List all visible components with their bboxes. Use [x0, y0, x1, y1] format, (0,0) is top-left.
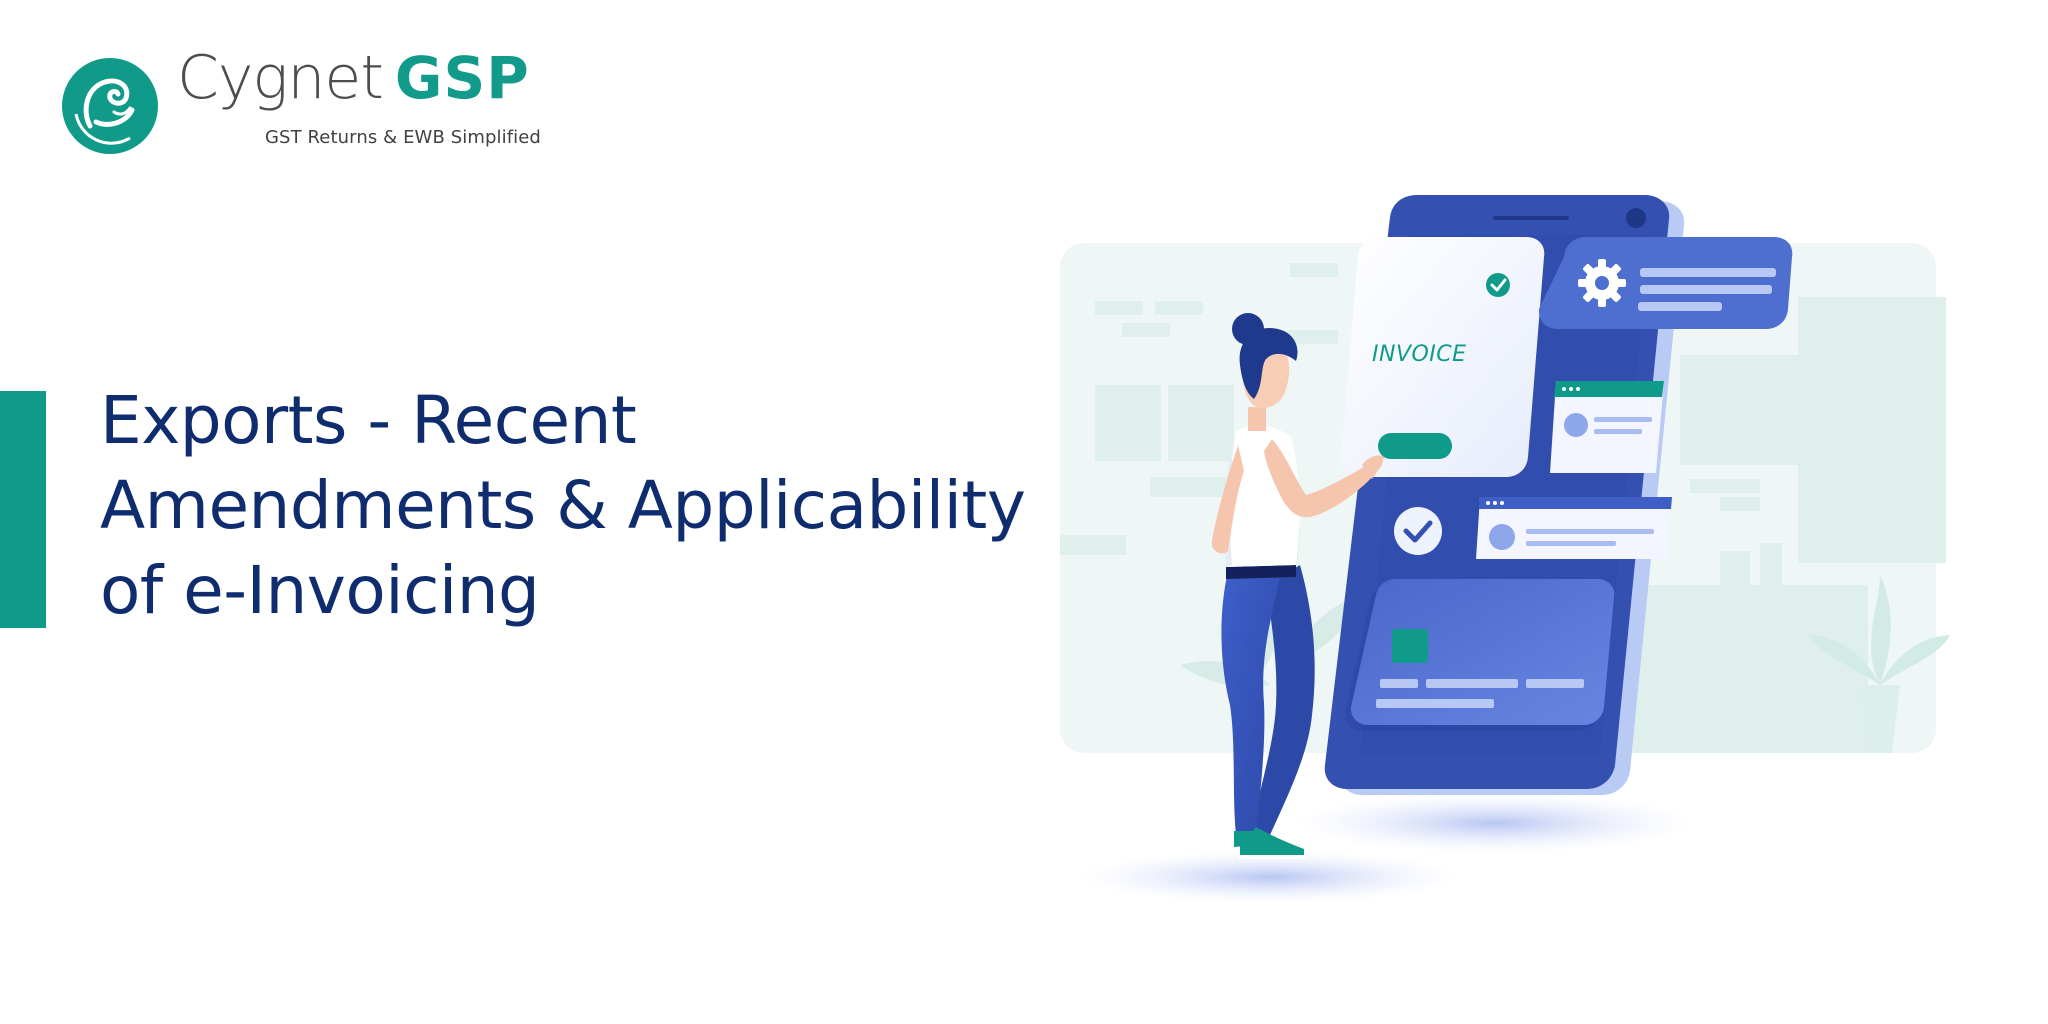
brand-name-bold: GSP — [394, 44, 530, 112]
credit-card — [1344, 579, 1615, 731]
invoice-label: INVOICE — [1372, 342, 1467, 367]
phone-shadow — [1295, 793, 1695, 853]
check-icon — [1486, 273, 1510, 297]
settings-card — [1538, 237, 1793, 329]
title-line-3: of e-Invoicing — [100, 552, 540, 629]
swan-circle-logo-icon — [62, 58, 158, 154]
profile-card-1 — [1550, 381, 1664, 473]
avatar — [1489, 524, 1515, 550]
illustration-svg: INVOICE — [1060, 195, 1950, 903]
page-title: Exports - Recent Amendments & Applicabil… — [100, 378, 1026, 633]
phone-camera — [1626, 208, 1646, 228]
invoice-illustration: INVOICE — [1060, 195, 1960, 915]
title-line-2: Amendments & Applicability — [100, 467, 1026, 544]
check-circle-icon — [1394, 507, 1442, 555]
invoice-card: INVOICE — [1340, 237, 1545, 477]
brand-tagline: GST Returns & EWB Simplified — [265, 127, 541, 148]
brand-logo: Cygnet GSP GST Returns & EWB Simplified — [60, 48, 541, 162]
banner: Cygnet GSP GST Returns & EWB Simplified E… — [0, 0, 2048, 1024]
brand-wordmark: Cygnet GSP — [177, 48, 530, 108]
avatar — [1564, 413, 1588, 437]
profile-card-2 — [1476, 497, 1672, 559]
phone-speaker — [1493, 216, 1569, 220]
brand-name-light: Cygnet — [177, 43, 384, 113]
title-line-1: Exports - Recent — [100, 382, 637, 459]
gear-icon — [1578, 259, 1626, 307]
invoice-button — [1378, 433, 1452, 459]
card-chip-icon — [1392, 629, 1428, 663]
hair-bun — [1232, 313, 1264, 345]
title-accent-bar — [0, 391, 46, 628]
